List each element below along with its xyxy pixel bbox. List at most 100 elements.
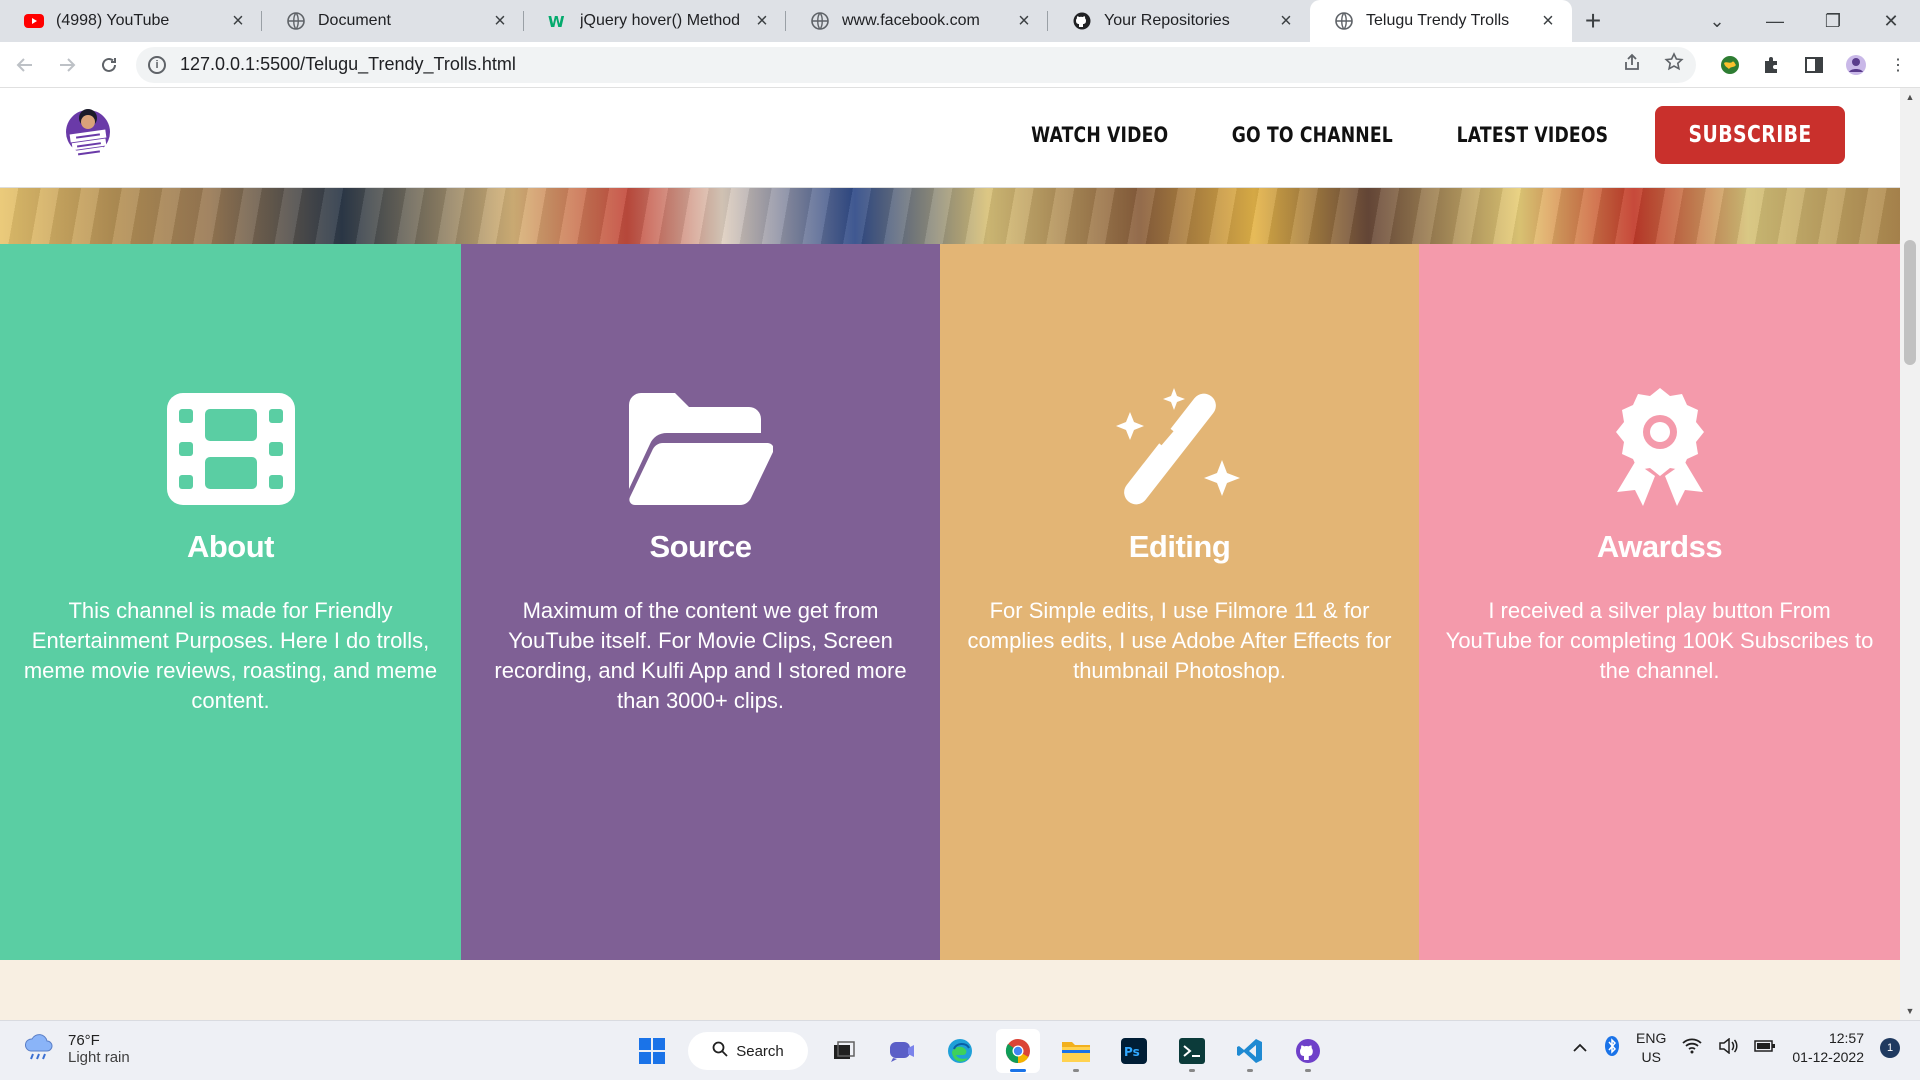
close-tab-icon[interactable]: × xyxy=(1276,10,1296,32)
close-tab-icon[interactable]: × xyxy=(1538,10,1558,32)
running-indicator xyxy=(1247,1069,1253,1072)
close-tab-icon[interactable]: × xyxy=(1014,10,1034,32)
address-bar[interactable]: i 127.0.0.1:5500/Telugu_Trendy_Trolls.ht… xyxy=(136,46,1696,83)
svg-text:Ps: Ps xyxy=(1124,1045,1140,1059)
svg-text:W: W xyxy=(548,13,565,30)
site-nav: WATCH VIDEO GO TO CHANNEL LATEST VIDEOS … xyxy=(1016,106,1845,164)
region-code: US xyxy=(1641,1049,1661,1065)
tab-youtube[interactable]: (4998) YouTube × xyxy=(0,0,262,42)
bluetooth-icon[interactable] xyxy=(1604,1035,1620,1061)
subscribe-button[interactable]: SUBSCRIBE xyxy=(1655,106,1845,164)
feature-editing: Editing For Simple edits, I use Filmore … xyxy=(940,244,1419,960)
minimize-icon[interactable]: — xyxy=(1746,0,1804,42)
extensions-puzzle-icon[interactable] xyxy=(1760,53,1784,77)
feature-awards: Awardss I received a silver play button … xyxy=(1419,244,1900,960)
edge-browser-icon[interactable] xyxy=(938,1029,982,1073)
forward-arrow-icon[interactable] xyxy=(50,48,84,82)
page-scrollbar[interactable]: ▲ ▼ xyxy=(1900,88,1920,1020)
extension-globe-icon[interactable] xyxy=(1718,53,1742,77)
tab-title: jQuery hover() Method xyxy=(580,12,741,29)
close-tab-icon[interactable]: × xyxy=(228,10,248,32)
close-tab-icon[interactable]: × xyxy=(752,10,772,32)
page-viewport: WATCH VIDEO GO TO CHANNEL LATEST VIDEOS … xyxy=(0,88,1920,1020)
side-panel-icon[interactable] xyxy=(1802,53,1826,77)
tab-jquery[interactable]: W jQuery hover() Method × xyxy=(524,0,786,42)
tab-title: Document xyxy=(318,12,391,29)
magic-wand-icon xyxy=(1105,384,1255,514)
restore-icon[interactable]: ❐ xyxy=(1804,0,1862,42)
language-code: ENG xyxy=(1636,1030,1667,1046)
share-icon[interactable] xyxy=(1622,52,1642,77)
running-indicator xyxy=(1073,1069,1079,1072)
window-controls: ⌄ — ❐ ✕ xyxy=(1688,0,1920,42)
feature-title: Editing xyxy=(1128,529,1231,564)
globe-icon xyxy=(1334,11,1354,31)
tab-facebook[interactable]: www.facebook.com × xyxy=(786,0,1048,42)
bookmark-star-icon[interactable] xyxy=(1664,52,1684,77)
scrollbar-thumb[interactable] xyxy=(1904,240,1916,365)
windows-start-icon[interactable] xyxy=(630,1029,674,1073)
clock[interactable]: 12:57 01-12-2022 xyxy=(1792,1029,1864,1067)
nav-go-to-channel[interactable]: GO TO CHANNEL xyxy=(1231,123,1392,147)
windows-taskbar: 76°F Light rain Search Ps ENG US 12:57 0… xyxy=(0,1020,1920,1080)
new-tab-button[interactable]: + xyxy=(1572,0,1614,42)
notification-badge[interactable]: 1 xyxy=(1880,1038,1900,1058)
w3schools-icon: W xyxy=(548,11,568,31)
film-icon xyxy=(156,384,306,514)
weather-widget[interactable]: 76°F Light rain xyxy=(22,1031,130,1066)
battery-icon[interactable] xyxy=(1754,1039,1776,1057)
teams-chat-icon[interactable] xyxy=(880,1029,924,1073)
folder-open-icon xyxy=(626,384,776,514)
feature-description: Maximum of the content we get from YouTu… xyxy=(494,598,907,713)
language-indicator[interactable]: ENG US xyxy=(1636,1029,1666,1067)
hero-banner-image xyxy=(0,188,1900,244)
tab-github[interactable]: Your Repositories × xyxy=(1048,0,1310,42)
clock-time: 12:57 xyxy=(1828,1030,1864,1046)
tab-title: www.facebook.com xyxy=(842,12,980,29)
tab-title: (4998) YouTube xyxy=(56,12,170,29)
weather-condition: Light rain xyxy=(68,1048,130,1066)
photoshop-icon[interactable]: Ps xyxy=(1112,1029,1156,1073)
menu-kebab-icon[interactable]: ⋮ xyxy=(1886,53,1910,77)
feature-title: Source xyxy=(649,529,752,564)
features-section: About This channel is made for Friendly … xyxy=(0,244,1900,960)
feature-about: About This channel is made for Friendly … xyxy=(0,244,461,960)
nav-latest-videos[interactable]: LATEST VIDEOS xyxy=(1457,123,1609,147)
nav-watch-video[interactable]: WATCH VIDEO xyxy=(1031,123,1168,147)
taskbar-apps: Search Ps xyxy=(630,1029,1330,1073)
feature-description: I received a silver play button From You… xyxy=(1445,598,1874,683)
site-info-icon[interactable]: i xyxy=(148,55,166,74)
task-view-icon[interactable] xyxy=(822,1029,866,1073)
volume-icon[interactable] xyxy=(1718,1037,1738,1058)
tab-title: Telugu Trendy Trolls xyxy=(1366,12,1510,29)
scroll-up-arrow-icon[interactable]: ▲ xyxy=(1900,88,1920,106)
reload-icon[interactable] xyxy=(92,48,126,82)
tab-title: Your Repositories xyxy=(1104,12,1230,29)
globe-icon xyxy=(810,11,830,31)
vscode-icon[interactable] xyxy=(1228,1029,1272,1073)
cloud-rain-icon xyxy=(22,1031,56,1066)
wifi-icon[interactable] xyxy=(1682,1038,1702,1058)
file-explorer-icon[interactable] xyxy=(1054,1029,1098,1073)
close-window-icon[interactable]: ✕ xyxy=(1862,0,1920,42)
tab-document[interactable]: Document × xyxy=(262,0,524,42)
tab-search-chevron-icon[interactable]: ⌄ xyxy=(1688,0,1746,42)
globe-icon xyxy=(286,11,306,31)
chrome-browser-icon[interactable] xyxy=(996,1029,1040,1073)
feature-source: Source Maximum of the content we get fro… xyxy=(461,244,940,960)
close-tab-icon[interactable]: × xyxy=(490,10,510,32)
back-arrow-icon[interactable] xyxy=(8,48,42,82)
scroll-down-arrow-icon[interactable]: ▼ xyxy=(1900,1002,1920,1020)
tab-telugu-trendy-trolls[interactable]: Telugu Trendy Trolls × xyxy=(1310,0,1572,42)
taskbar-search-button[interactable]: Search xyxy=(688,1032,808,1070)
search-icon xyxy=(712,1041,728,1061)
browser-toolbar: i 127.0.0.1:5500/Telugu_Trendy_Trolls.ht… xyxy=(0,42,1920,88)
terminal-app-icon[interactable] xyxy=(1170,1029,1214,1073)
browser-tab-strip: (4998) YouTube × Document × W jQuery hov… xyxy=(0,0,1920,42)
profile-avatar[interactable] xyxy=(1844,53,1868,77)
channel-logo[interactable] xyxy=(62,104,114,164)
url-text[interactable]: 127.0.0.1:5500/Telugu_Trendy_Trolls.html xyxy=(180,54,1622,75)
chevron-up-icon[interactable] xyxy=(1572,1040,1588,1057)
github-desktop-icon[interactable] xyxy=(1286,1029,1330,1073)
award-icon xyxy=(1585,384,1735,514)
